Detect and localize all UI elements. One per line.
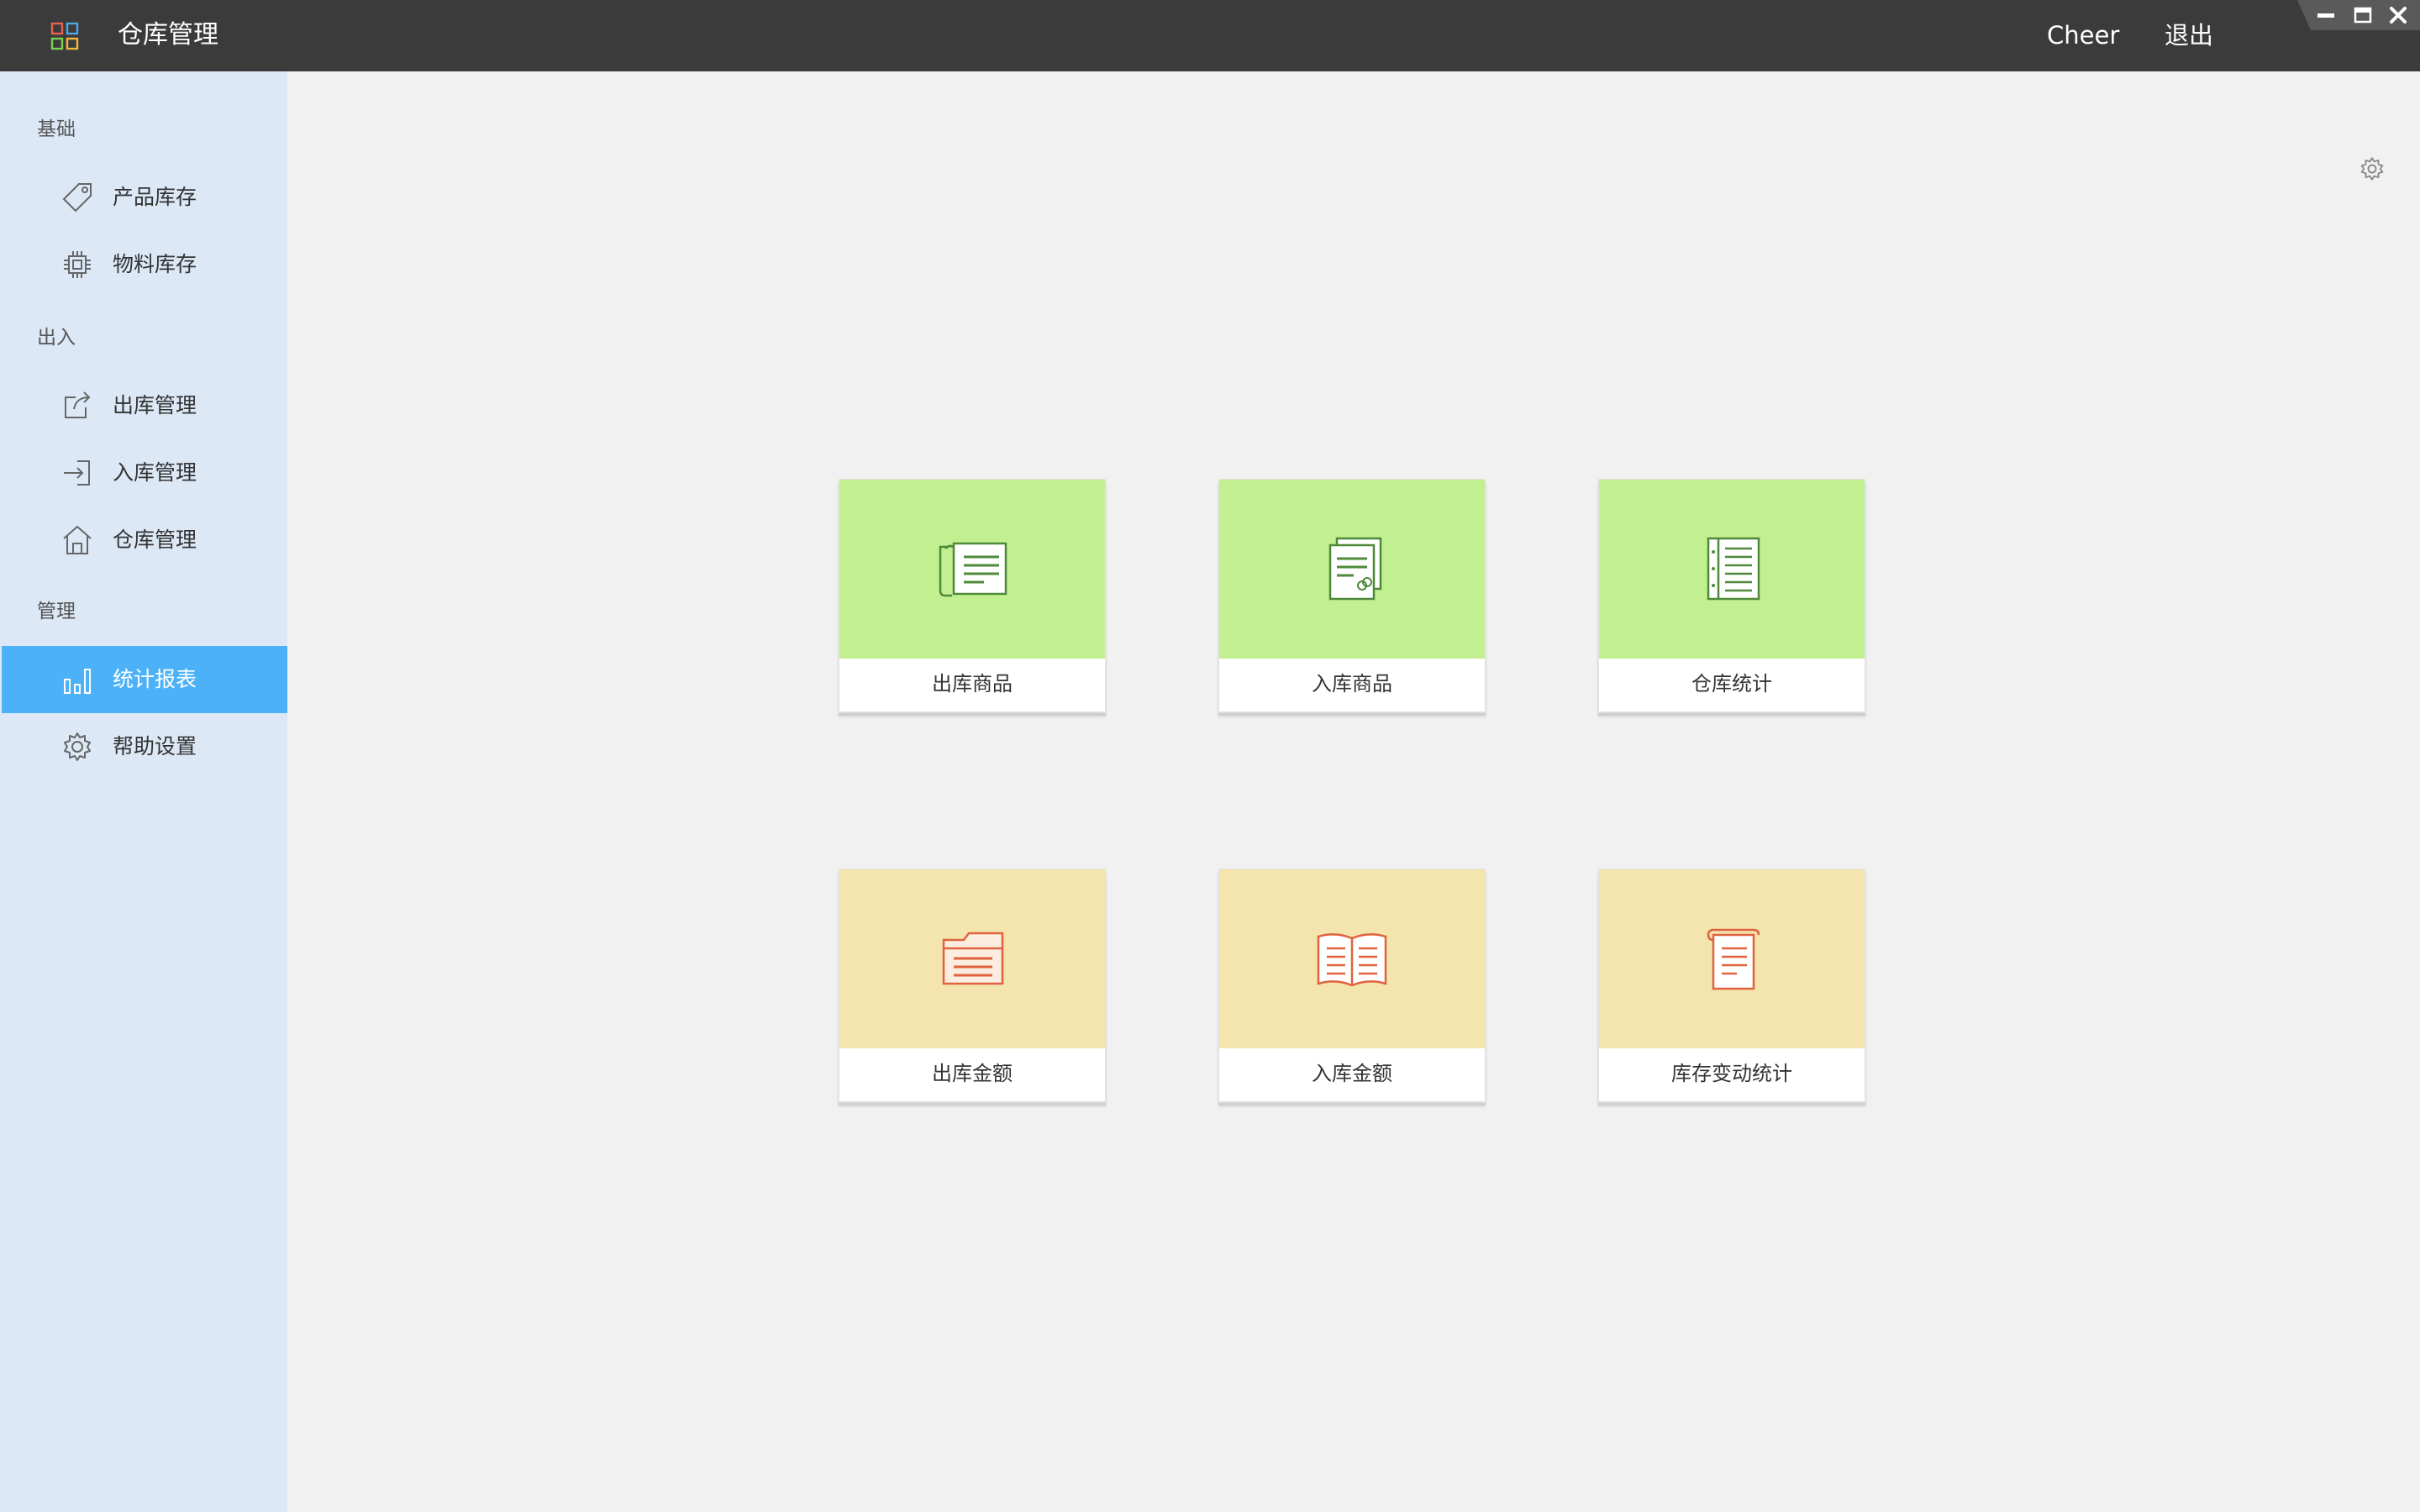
sidebar-item-help-settings[interactable]: 帮助设置 [2, 713, 287, 780]
close-icon[interactable] [2385, 2, 2412, 29]
tile-icon-area [1219, 480, 1485, 659]
settings-icon [64, 732, 91, 761]
maximize-icon[interactable] [2349, 2, 2376, 29]
sidebar-item-label: 出库管理 [113, 393, 197, 417]
grid-logo-icon [50, 22, 79, 50]
home-icon [63, 525, 92, 554]
window-controls [2297, 0, 2420, 30]
tile-label: 出库金额 [932, 1062, 1013, 1085]
documents-link-icon [1328, 537, 1382, 601]
open-book-icon [1317, 933, 1387, 987]
tile-label: 仓库统计 [1691, 672, 1772, 696]
user-name[interactable]: Cheer [2047, 17, 2119, 54]
tag-icon [62, 183, 92, 213]
sidebar-item-inbound[interactable]: 入库管理 [2, 439, 287, 507]
tile-label: 库存变动统计 [1671, 1062, 1792, 1085]
tile-stock-change-stats[interactable]: 库存变动统计 [1598, 869, 1865, 1102]
sidebar-item-reports[interactable]: 统计报表 [2, 646, 287, 713]
folder-icon [942, 932, 1004, 985]
tile-icon-area [1599, 480, 1865, 659]
scroll-doc-icon [1707, 928, 1760, 990]
title-bar: 仓库管理 Cheer 退出 [0, 0, 2420, 71]
scroll-list-icon [939, 542, 1007, 597]
settings-gear-icon[interactable] [2360, 156, 2385, 181]
bar-chart-icon [64, 669, 91, 694]
tile-warehouse-stats[interactable]: 仓库统计 [1598, 479, 1865, 712]
sidebar-item-outbound[interactable]: 出库管理 [2, 372, 287, 439]
section-title-manage: 管理 [37, 601, 76, 622]
tile-inbound-amount[interactable]: 入库金额 [1218, 869, 1486, 1102]
notebook-icon [1707, 537, 1760, 601]
tile-icon-area [839, 869, 1105, 1048]
sidebar-item-label: 入库管理 [113, 460, 197, 485]
app-title: 仓库管理 [118, 20, 218, 50]
tile-outbound-amount[interactable]: 出库金额 [839, 869, 1106, 1102]
section-title-in-out: 出入 [37, 327, 76, 349]
section-title-basic: 基础 [37, 118, 76, 140]
tile-label: 入库金额 [1312, 1062, 1392, 1085]
tile-icon-area [1219, 869, 1485, 1048]
sidebar: 基础 产品库存 物料库存 出入 出库管理 入库管理 仓库管理 管理 统计报表 帮… [0, 71, 287, 1512]
chip-icon [64, 251, 91, 278]
import-icon [64, 460, 90, 486]
tile-icon-area [839, 480, 1105, 659]
tile-inbound-goods[interactable]: 入库商品 [1218, 479, 1486, 712]
tile-label: 入库商品 [1312, 672, 1392, 696]
sidebar-item-label: 统计报表 [113, 667, 197, 691]
sidebar-item-label: 产品库存 [113, 185, 197, 209]
logout-button[interactable]: 退出 [2165, 17, 2213, 54]
tile-label: 出库商品 [932, 672, 1013, 696]
sidebar-item-label: 仓库管理 [113, 528, 197, 552]
export-icon [65, 391, 91, 418]
sidebar-item-label: 物料库存 [113, 252, 197, 276]
tile-icon-area [1599, 869, 1865, 1048]
sidebar-item-material-stock[interactable]: 物料库存 [2, 231, 287, 298]
sidebar-item-product-stock[interactable]: 产品库存 [2, 164, 287, 231]
sidebar-item-label: 帮助设置 [113, 734, 197, 759]
tile-outbound-goods[interactable]: 出库商品 [839, 479, 1106, 712]
sidebar-item-warehouse[interactable]: 仓库管理 [2, 507, 287, 574]
minimize-icon[interactable] [2312, 2, 2339, 29]
